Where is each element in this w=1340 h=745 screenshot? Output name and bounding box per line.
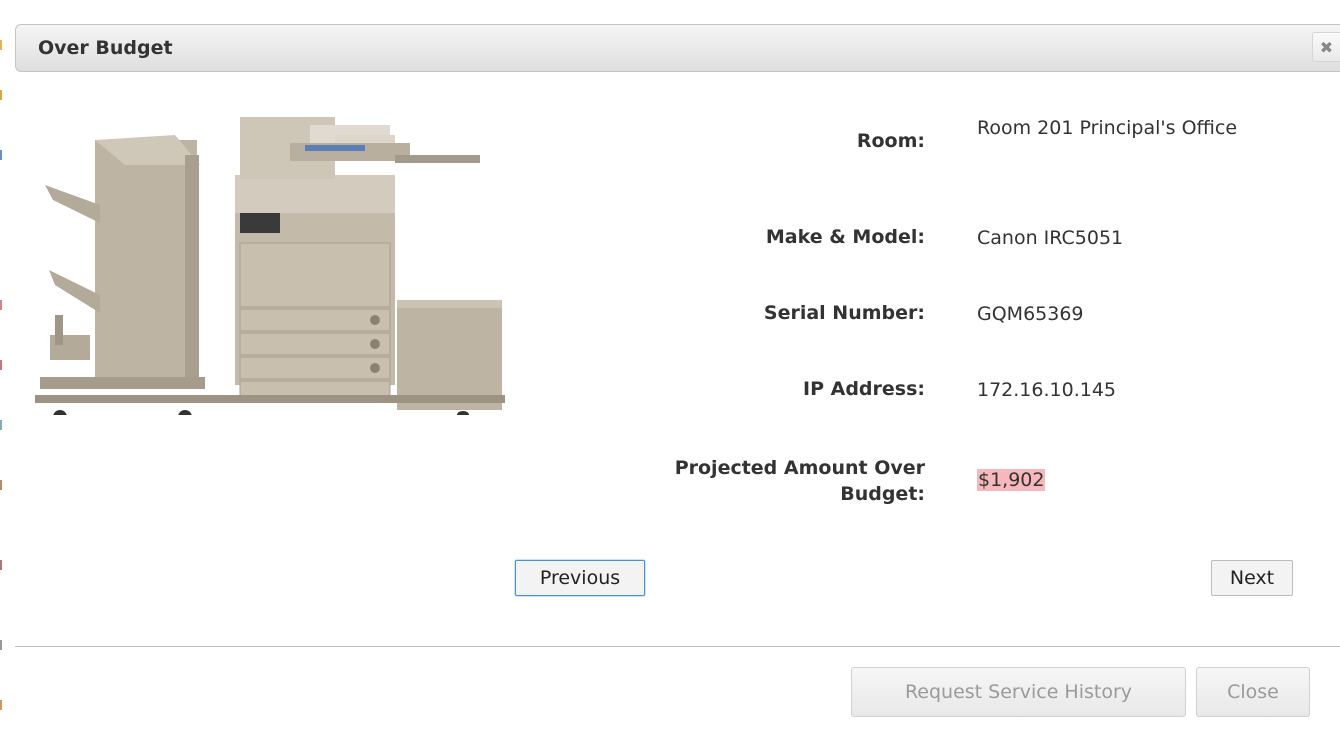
close-icon[interactable]: ✖: [1312, 32, 1340, 62]
ip-address-label: IP Address:: [803, 378, 925, 400]
request-service-history-button[interactable]: Request Service History: [851, 667, 1186, 717]
projected-amount-label: Projected Amount Over Budget:: [674, 457, 925, 505]
printer-image: [35, 117, 505, 415]
make-model-label: Make & Model:: [765, 226, 925, 248]
ip-address-value: 172.16.10.145: [977, 379, 1117, 401]
amount-highlight: $1,902: [977, 469, 1046, 491]
serial-number-value: GQM65369: [977, 303, 1084, 325]
room-value: Room 201 Principal's Office: [977, 117, 1238, 139]
projected-amount-value: $1,902: [977, 468, 1317, 492]
next-button[interactable]: Next: [1211, 560, 1293, 596]
close-button[interactable]: Close: [1196, 667, 1310, 717]
page-edge: [0, 0, 10, 745]
footer-divider: [15, 646, 1340, 647]
dialog-titlebar: Over Budget ✖: [15, 24, 1340, 72]
make-model-value: Canon IRC5051: [977, 227, 1124, 249]
previous-button[interactable]: Previous: [515, 560, 645, 596]
dialog-title: Over Budget: [38, 37, 173, 59]
room-label: Room:: [856, 130, 925, 152]
serial-number-label: Serial Number:: [763, 302, 925, 324]
over-budget-dialog: Over Budget ✖ Room: Room 201 Principal's…: [15, 20, 1340, 745]
